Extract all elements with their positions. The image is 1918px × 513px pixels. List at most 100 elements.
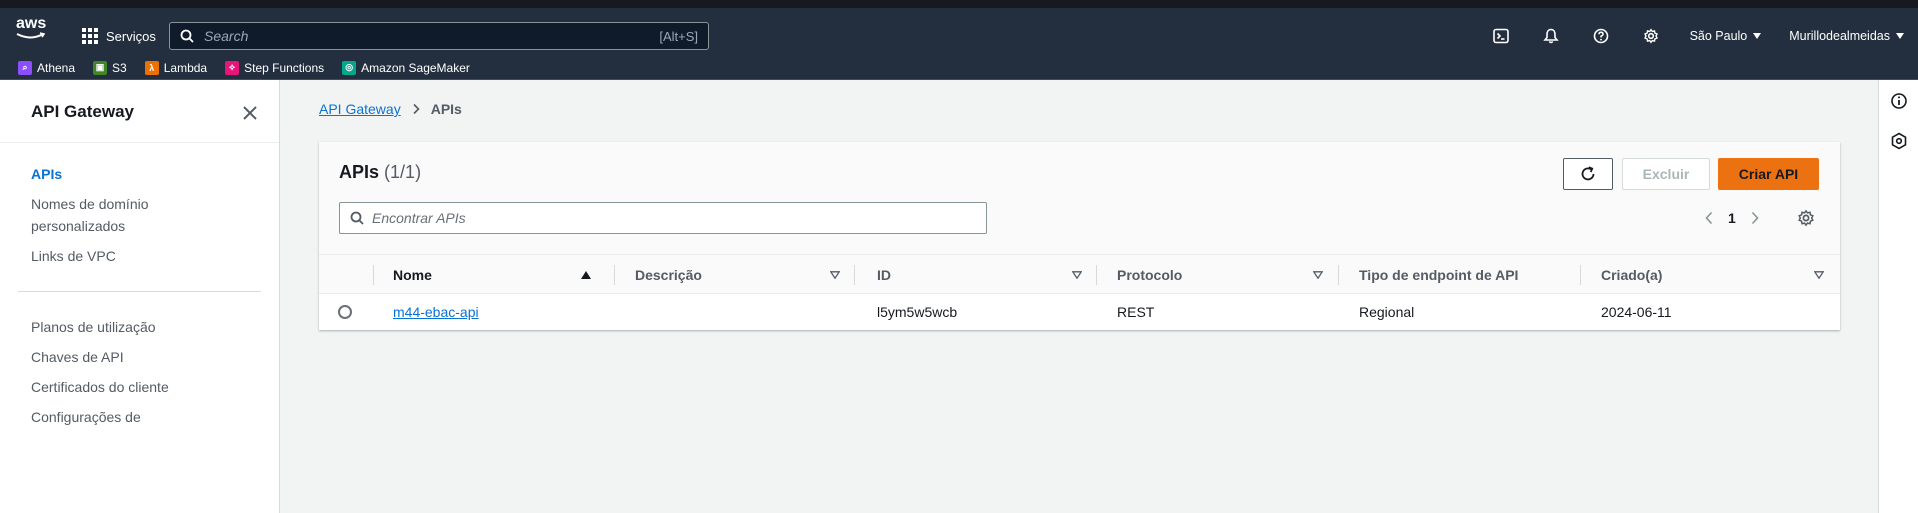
account-menu[interactable]: Murillodealmeidas bbox=[1775, 19, 1918, 53]
info-icon bbox=[1891, 93, 1907, 109]
step-functions-icon: ⟡ bbox=[225, 60, 240, 75]
column-label: Descrição bbox=[635, 267, 702, 283]
pagination: 1 bbox=[1704, 208, 1760, 228]
top-navigation: aws Serviços [Alt+S] bbox=[0, 0, 1918, 56]
notifications-icon bbox=[1542, 28, 1559, 44]
panel-title-text: APIs bbox=[339, 162, 380, 182]
column-label: ID bbox=[877, 267, 891, 283]
column-divider bbox=[1338, 265, 1339, 285]
panel-header: APIs (1/1) Excluir Criar API 1 bbox=[319, 142, 1840, 254]
close-icon bbox=[243, 106, 257, 120]
column-divider bbox=[614, 265, 615, 285]
sort-ascending-icon[interactable] bbox=[581, 271, 591, 279]
sort-icon[interactable] bbox=[1814, 271, 1824, 279]
sidebar-item-api-keys[interactable]: Chaves de API bbox=[31, 346, 124, 368]
side-navigation: API Gateway APIs Nomes de domínio person… bbox=[0, 80, 280, 513]
panel-count: (1/1) bbox=[384, 162, 422, 182]
favorite-label: Lambda bbox=[163, 60, 208, 75]
column-divider bbox=[1096, 265, 1097, 285]
apis-table-panel: APIs (1/1) Excluir Criar API 1 bbox=[319, 142, 1840, 330]
sidenav-divider bbox=[0, 142, 279, 143]
filter-input[interactable] bbox=[364, 210, 976, 226]
close-sidenav-button[interactable] bbox=[239, 102, 261, 124]
services-menu-button[interactable]: Serviços bbox=[82, 19, 156, 53]
refresh-icon bbox=[1581, 166, 1595, 181]
athena-icon: ⌕ bbox=[18, 60, 32, 75]
sort-icon[interactable] bbox=[1072, 271, 1082, 279]
caret-down-icon bbox=[1753, 33, 1762, 39]
top-actions: São Paulo Murillodealmeidas bbox=[1476, 19, 1918, 53]
search-icon bbox=[350, 211, 364, 225]
table-header: Nome Descrição ID Protocolo Tipo de endp… bbox=[319, 254, 1840, 294]
aws-logo[interactable]: aws bbox=[16, 15, 50, 43]
sidenav-title: API Gateway bbox=[31, 102, 134, 121]
tools-rail bbox=[1878, 80, 1918, 513]
column-header-name[interactable]: Nome bbox=[393, 255, 432, 295]
row-select-cell bbox=[338, 294, 352, 330]
favorite-step-functions[interactable]: ⟡ Step Functions bbox=[225, 60, 325, 75]
row-radio[interactable] bbox=[338, 305, 352, 319]
help-panel-button[interactable] bbox=[1890, 132, 1908, 150]
chevron-left-icon[interactable] bbox=[1704, 211, 1714, 225]
column-divider bbox=[854, 265, 855, 285]
favorite-sagemaker[interactable]: ◎ Amazon SageMaker bbox=[342, 60, 470, 75]
favorite-label: Amazon SageMaker bbox=[361, 60, 470, 75]
sidenav-separator bbox=[18, 291, 261, 292]
settings-button[interactable] bbox=[1626, 19, 1676, 53]
page-number[interactable]: 1 bbox=[1728, 210, 1736, 226]
column-header-created[interactable]: Criado(a) bbox=[1601, 255, 1662, 295]
api-filter[interactable] bbox=[339, 202, 987, 234]
lambda-icon: λ bbox=[144, 60, 159, 75]
column-label: Nome bbox=[393, 267, 432, 283]
column-header-endpoint-type[interactable]: Tipo de endpoint de API bbox=[1359, 255, 1518, 295]
sidebar-item-custom-domains-line2[interactable]: personalizados bbox=[31, 215, 125, 237]
cell-endpoint-type: Regional bbox=[1359, 304, 1415, 320]
aws-logo-text: aws bbox=[16, 15, 47, 32]
sort-icon[interactable] bbox=[830, 271, 840, 279]
sidebar-item-usage-plans[interactable]: Planos de utilização bbox=[31, 316, 156, 338]
table-row[interactable]: m44-ebac-api l5ym5w5wcb REST Regional 20… bbox=[319, 294, 1840, 330]
breadcrumb: API Gateway APIs bbox=[319, 101, 462, 117]
search-icon bbox=[180, 29, 194, 43]
sort-icon[interactable] bbox=[1313, 271, 1323, 279]
global-search[interactable]: [Alt+S] bbox=[169, 22, 709, 50]
breadcrumb-api-gateway-link[interactable]: API Gateway bbox=[319, 101, 401, 117]
column-header-id[interactable]: ID bbox=[877, 255, 891, 295]
sidebar-item-settings[interactable]: Configurações de bbox=[31, 406, 141, 428]
favorite-label: S3 bbox=[112, 60, 127, 75]
sidebar-item-custom-domains[interactable]: Nomes de domínio bbox=[31, 193, 149, 215]
cloudshell-icon bbox=[1492, 28, 1509, 44]
cell-created: 2024-06-11 bbox=[1601, 304, 1672, 320]
column-header-description[interactable]: Descrição bbox=[635, 255, 702, 295]
api-name-link[interactable]: m44-ebac-api bbox=[393, 304, 479, 320]
create-api-button[interactable]: Criar API bbox=[1718, 158, 1819, 190]
notifications-button[interactable] bbox=[1526, 19, 1576, 53]
favorite-athena[interactable]: ⌕ Athena bbox=[18, 60, 75, 75]
favorites-bar: ⌕ Athena ▣ S3 λ Lambda ⟡ Step Functions … bbox=[0, 56, 1918, 80]
help-button[interactable] bbox=[1576, 19, 1626, 53]
chevron-right-icon bbox=[413, 103, 420, 115]
column-label: Protocolo bbox=[1117, 267, 1183, 283]
favorite-s3[interactable]: ▣ S3 bbox=[93, 60, 127, 75]
caret-down-icon bbox=[1896, 33, 1904, 39]
help-icon bbox=[1593, 28, 1608, 44]
preferences-button[interactable] bbox=[1796, 208, 1816, 228]
refresh-button[interactable] bbox=[1563, 158, 1613, 190]
cloudshell-button[interactable] bbox=[1476, 19, 1526, 53]
services-label: Serviços bbox=[106, 28, 156, 44]
region-selector[interactable]: São Paulo bbox=[1676, 19, 1776, 53]
column-header-protocol[interactable]: Protocolo bbox=[1117, 255, 1182, 295]
cell-id: l5ym5w5wcb bbox=[877, 304, 958, 320]
favorite-label: Step Functions bbox=[244, 60, 325, 75]
delete-button[interactable]: Excluir bbox=[1622, 158, 1710, 190]
chevron-right-icon[interactable] bbox=[1750, 211, 1760, 225]
sagemaker-icon: ◎ bbox=[342, 60, 357, 75]
sidebar-item-vpc-links[interactable]: Links de VPC bbox=[31, 245, 116, 267]
cell-protocol: REST bbox=[1117, 304, 1155, 320]
sidebar-item-client-certificates[interactable]: Certificados do cliente bbox=[31, 376, 169, 398]
column-label: Tipo de endpoint de API bbox=[1359, 267, 1519, 283]
search-input[interactable] bbox=[194, 28, 660, 44]
info-panel-button[interactable] bbox=[1890, 92, 1908, 110]
favorite-lambda[interactable]: λ Lambda bbox=[144, 60, 208, 75]
sidebar-item-apis[interactable]: APIs bbox=[31, 163, 62, 185]
